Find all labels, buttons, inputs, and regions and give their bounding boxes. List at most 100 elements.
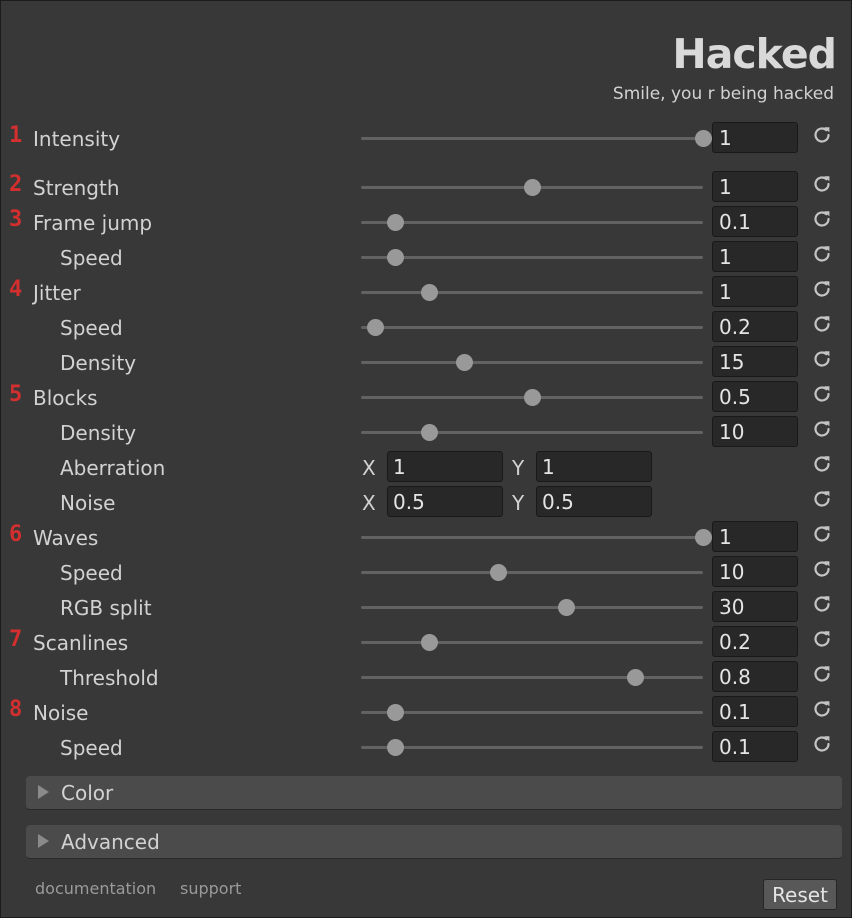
value-field[interactable]: 0.8 [712, 661, 798, 692]
slider-thumb[interactable] [387, 214, 405, 231]
setting-label: Jitter [33, 281, 81, 305]
value-field[interactable]: 0.5 [712, 381, 798, 412]
slider-thumb[interactable] [387, 739, 405, 756]
slider-thumb[interactable] [524, 179, 541, 196]
slider-track[interactable] [361, 739, 703, 756]
value-field[interactable]: 0.1 [712, 696, 798, 727]
setting-row: RGB split 30 [0, 591, 852, 630]
value-field[interactable]: 15 [712, 346, 798, 377]
value-field[interactable]: 30 [712, 591, 798, 622]
value-field[interactable]: 1 [712, 122, 798, 153]
slider-track[interactable] [361, 354, 703, 371]
slider-track[interactable] [361, 389, 703, 406]
slider-track[interactable] [361, 564, 703, 581]
reset-icon[interactable] [811, 733, 833, 755]
setting-row: 4 Jitter 1 [0, 276, 852, 315]
vector-x-field[interactable]: 1 [387, 451, 503, 482]
slider-track[interactable] [361, 319, 703, 336]
value-field[interactable]: 0.1 [712, 731, 798, 762]
reset-icon[interactable] [811, 348, 833, 370]
reset-icon[interactable] [811, 453, 833, 475]
advanced-foldout[interactable]: Advanced [26, 825, 842, 859]
slider-track[interactable] [361, 529, 712, 546]
setting-row: Speed 1 [0, 241, 852, 280]
support-link[interactable]: support [180, 879, 241, 898]
slider-track[interactable] [361, 284, 703, 301]
value-field[interactable]: 0.1 [712, 206, 798, 237]
slider-thumb[interactable] [524, 389, 541, 406]
vector-y-field[interactable]: 1 [536, 451, 652, 482]
value-field[interactable]: 10 [712, 416, 798, 447]
section-number: 8 [9, 697, 23, 722]
slider-thumb[interactable] [626, 669, 644, 686]
reset-icon[interactable] [811, 558, 833, 580]
slider-track[interactable] [361, 704, 703, 721]
slider-thumb[interactable] [558, 599, 576, 616]
slider-thumb[interactable] [695, 529, 712, 546]
value-field[interactable]: 1 [712, 171, 798, 202]
reset-icon[interactable] [811, 488, 833, 510]
color-foldout[interactable]: Color [26, 776, 842, 810]
slider-thumb[interactable] [421, 634, 439, 651]
slider-thumb[interactable] [421, 424, 439, 441]
value-field[interactable]: 10 [712, 556, 798, 587]
value-field[interactable]: 1 [712, 276, 798, 307]
vector-x-field[interactable]: 0.5 [387, 486, 503, 517]
setting-row: Aberration X 1 Y 1 [0, 451, 852, 490]
setting-row: 7 Scanlines 0.2 [0, 626, 852, 665]
setting-label: Speed [60, 246, 123, 270]
slider-track[interactable] [361, 179, 703, 196]
page-title: Hacked [672, 30, 837, 78]
triangle-right-icon [38, 834, 49, 848]
reset-icon[interactable] [811, 278, 833, 300]
documentation-link[interactable]: documentation [35, 879, 156, 898]
section-number: 7 [9, 627, 23, 652]
slider-thumb[interactable] [387, 704, 405, 721]
vector-x-label: X [362, 491, 376, 515]
slider-track[interactable] [361, 669, 703, 686]
reset-icon[interactable] [811, 173, 833, 195]
setting-row: 5 Blocks 0.5 [0, 381, 852, 420]
reset-icon[interactable] [811, 523, 833, 545]
reset-icon[interactable] [811, 124, 833, 146]
slider-track[interactable] [361, 130, 712, 147]
slider-thumb[interactable] [387, 249, 405, 266]
value-field[interactable]: 1 [712, 241, 798, 272]
value-field[interactable]: 0.2 [712, 626, 798, 657]
slider-thumb[interactable] [489, 564, 507, 581]
slider-thumb[interactable] [455, 354, 473, 371]
slider-track[interactable] [361, 249, 703, 266]
vector-x-label: X [362, 456, 376, 480]
value-field[interactable]: 1 [712, 521, 798, 552]
slider-thumb[interactable] [366, 319, 384, 336]
setting-row: Density 10 [0, 416, 852, 455]
slider-track[interactable] [361, 214, 703, 231]
setting-row: Speed 0.2 [0, 311, 852, 350]
vector-y-label: Y [512, 491, 525, 515]
slider-track[interactable] [361, 634, 703, 651]
slider-thumb[interactable] [421, 284, 439, 301]
setting-row: Speed 10 [0, 556, 852, 595]
slider-thumb[interactable] [695, 130, 712, 147]
slider-track[interactable] [361, 424, 703, 441]
reset-icon[interactable] [811, 208, 833, 230]
reset-icon[interactable] [811, 593, 833, 615]
reset-icon[interactable] [811, 383, 833, 405]
reset-icon[interactable] [811, 663, 833, 685]
setting-label: Threshold [60, 666, 159, 690]
reset-icon[interactable] [811, 628, 833, 650]
setting-label: Speed [60, 561, 123, 585]
advanced-foldout-label: Advanced [61, 830, 160, 854]
reset-icon[interactable] [811, 243, 833, 265]
vector-y-label: Y [512, 456, 525, 480]
slider-track[interactable] [361, 599, 703, 616]
setting-row: Noise X 0.5 Y 0.5 [0, 486, 852, 525]
color-foldout-label: Color [61, 781, 114, 805]
setting-label: Density [60, 421, 137, 445]
reset-icon[interactable] [811, 418, 833, 440]
reset-button[interactable]: Reset [763, 879, 837, 910]
vector-y-field[interactable]: 0.5 [536, 486, 652, 517]
reset-icon[interactable] [811, 698, 833, 720]
reset-icon[interactable] [811, 313, 833, 335]
value-field[interactable]: 0.2 [712, 311, 798, 342]
